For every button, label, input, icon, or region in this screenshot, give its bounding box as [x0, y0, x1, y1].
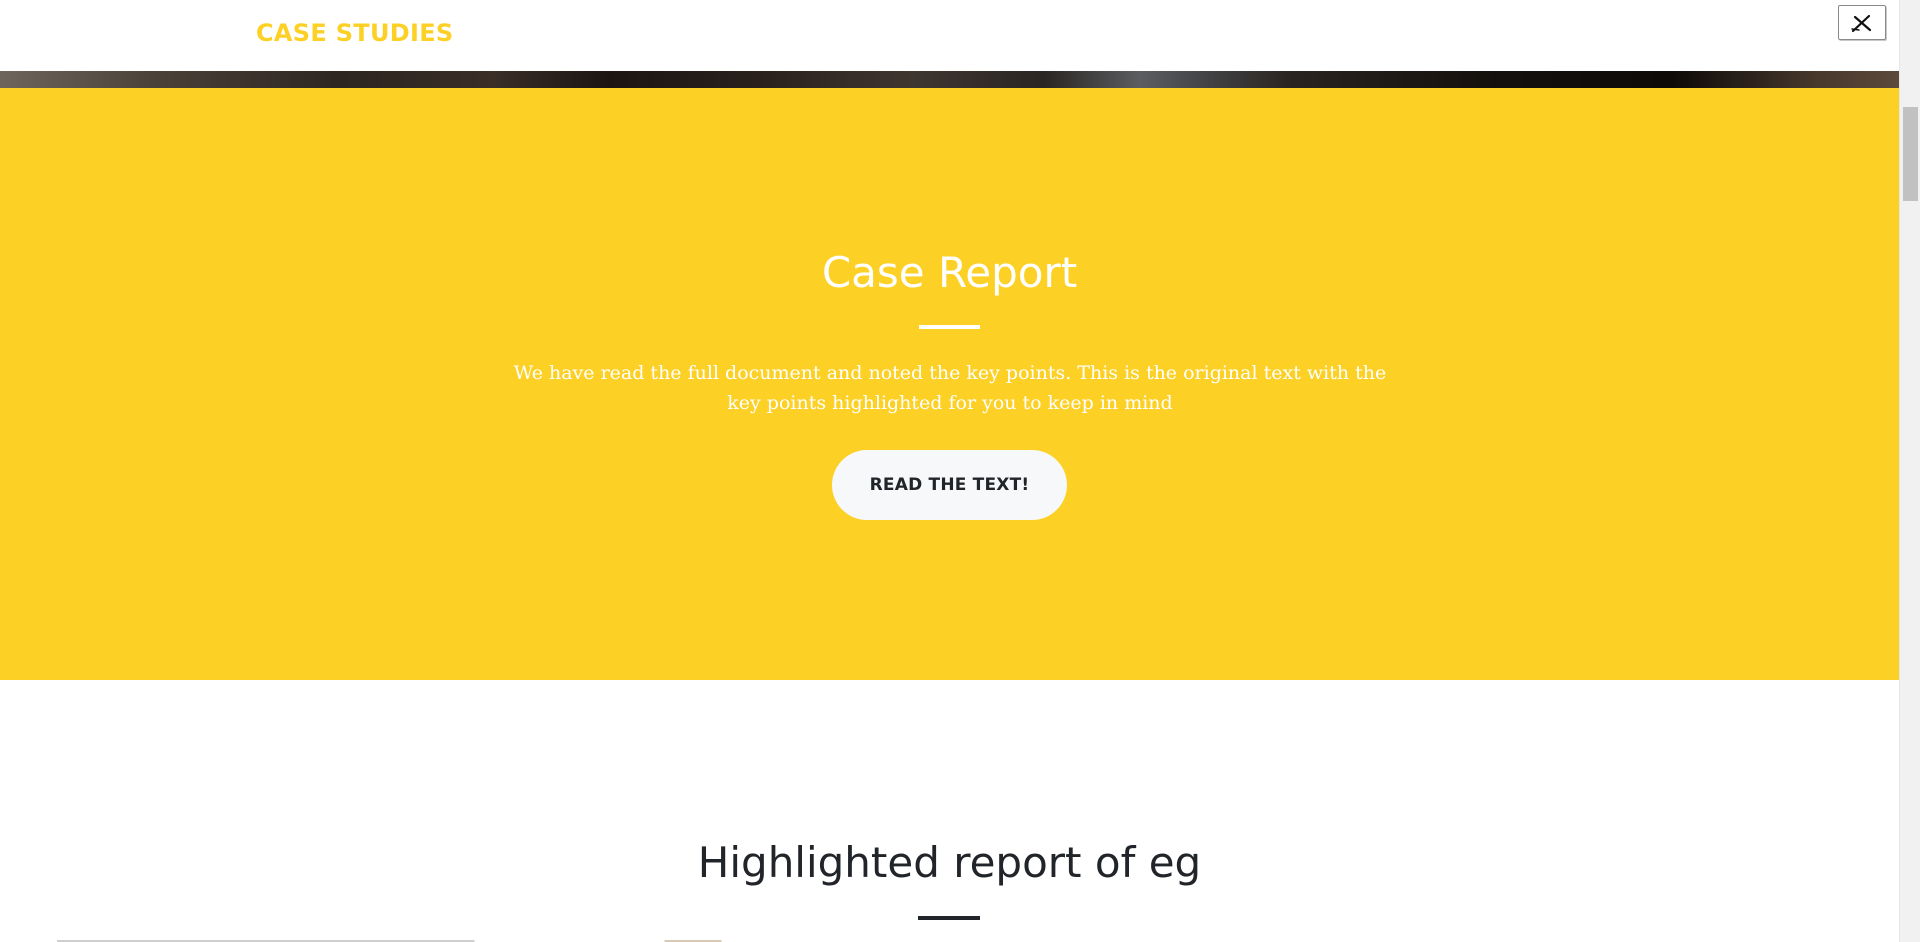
vertical-scrollbar[interactable] — [1899, 0, 1920, 942]
section-title: Case Report — [821, 248, 1078, 297]
title-divider — [919, 325, 980, 329]
top-navbar: CASE STUDIES — [0, 0, 1899, 71]
page: CASE STUDIES Case Report We have read th… — [0, 0, 1899, 942]
brand-link[interactable]: CASE STUDIES — [256, 19, 454, 47]
read-text-button[interactable]: READ THE TEXT! — [832, 450, 1067, 520]
close-button[interactable] — [1838, 5, 1886, 40]
scrollbar-thumb[interactable] — [1903, 107, 1918, 201]
report-title: Highlighted report of eg — [697, 838, 1202, 887]
close-icon — [1839, 12, 1885, 34]
hero-image-edge — [0, 71, 1899, 88]
report-divider — [918, 916, 980, 920]
section-description: We have read the full document and noted… — [513, 362, 1387, 414]
highlighted-report-section: Highlighted report of eg — [0, 680, 1899, 942]
case-report-section: Case Report We have read the full docume… — [0, 88, 1899, 680]
